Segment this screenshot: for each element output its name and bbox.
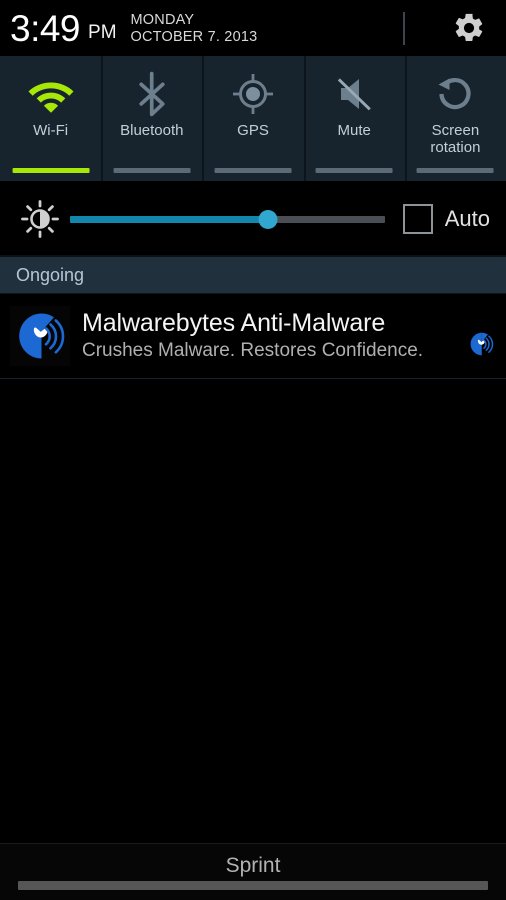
brightness-icon-wrap	[14, 199, 66, 239]
malwarebytes-badge-icon	[470, 332, 494, 356]
quick-setting-gps-underline	[214, 168, 292, 173]
clock-time: 3:49	[10, 7, 81, 49]
notification-subtitle: Crushes Malware. Restores Confidence.	[82, 340, 424, 361]
wifi-icon-wrap	[26, 70, 76, 118]
quick-setting-wifi[interactable]: Wi-Fi	[0, 56, 101, 181]
malwarebytes-icon	[10, 306, 70, 366]
quick-settings-panel: Wi-Fi Bluetooth GPS Mute Screen rotation	[0, 56, 506, 183]
mute-icon	[338, 78, 372, 111]
bluetooth-icon-wrap	[135, 70, 169, 118]
bluetooth-icon	[139, 71, 165, 117]
auto-brightness-checkbox[interactable]	[402, 204, 433, 234]
notification-empty-area	[0, 379, 506, 900]
quick-setting-mute-underline	[315, 168, 393, 173]
ongoing-section-header: Ongoing	[0, 255, 506, 294]
date-block: MONDAY OCTOBER 7. 2013	[131, 12, 258, 46]
notification-shade: 3:49 PM MONDAY OCTOBER 7. 2013 Wi-Fi Blu…	[0, 0, 506, 900]
quick-setting-bluetooth-label: Bluetooth	[120, 122, 184, 139]
status-bar: 3:49 PM MONDAY OCTOBER 7. 2013	[0, 0, 506, 56]
quick-setting-bluetooth-underline	[113, 168, 191, 173]
quick-setting-screen-rotation-underline	[416, 168, 494, 173]
gear-icon	[455, 13, 483, 42]
date-weekday: MONDAY	[130, 12, 195, 28]
quick-setting-mute-label: Mute	[337, 122, 371, 139]
mute-icon-wrap	[332, 70, 376, 118]
brightness-slider-fill	[70, 215, 269, 223]
brightness-slider-thumb[interactable]	[258, 209, 278, 229]
quick-setting-bluetooth[interactable]: Bluetooth	[101, 56, 202, 181]
wifi-icon	[28, 82, 74, 113]
quick-setting-screen-rotation[interactable]: Screen rotation	[404, 56, 506, 181]
quick-setting-mute[interactable]: Mute	[303, 56, 405, 181]
brightness-slider[interactable]	[70, 207, 385, 231]
shade-bottom-bar: Sprint	[0, 843, 506, 900]
brightness-icon	[21, 200, 59, 238]
ongoing-section-label: Ongoing	[16, 265, 85, 285]
quick-setting-gps[interactable]: GPS	[202, 56, 303, 181]
settings-button[interactable]	[452, 11, 486, 45]
notification-title: Malwarebytes Anti-Malware	[82, 309, 386, 337]
gps-icon-wrap	[231, 70, 275, 118]
carrier-label: Sprint	[225, 854, 281, 877]
quick-setting-wifi-underline	[12, 168, 90, 173]
date-full: OCTOBER 7. 2013	[130, 29, 258, 45]
quick-setting-gps-label: GPS	[237, 122, 269, 139]
auto-brightness-label: Auto	[444, 206, 490, 231]
quick-setting-wifi-label: Wi-Fi	[33, 122, 69, 139]
gps-icon	[233, 74, 273, 114]
notification-item[interactable]: Malwarebytes Anti-Malware Crushes Malwar…	[0, 294, 506, 379]
screen-rotation-icon-wrap	[434, 70, 476, 118]
quick-setting-screen-rotation-label: Screen rotation	[430, 122, 481, 156]
drag-handle[interactable]	[18, 881, 488, 890]
clock-ampm: PM	[88, 22, 117, 43]
screen-rotation-icon	[438, 78, 471, 110]
notification-text: Malwarebytes Anti-Malware Crushes Malwar…	[82, 309, 466, 363]
brightness-row: Auto	[0, 183, 506, 255]
status-bar-divider	[403, 12, 405, 45]
auto-brightness-toggle[interactable]: Auto	[402, 204, 490, 234]
